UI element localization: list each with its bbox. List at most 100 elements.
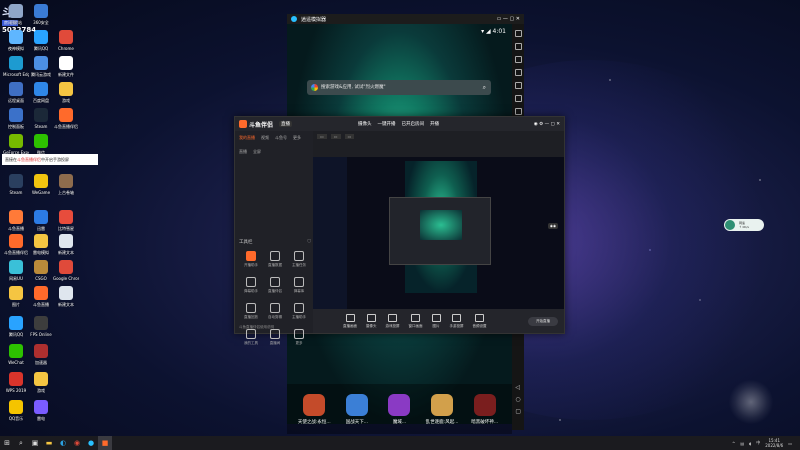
desktop-icon[interactable]: 新建文本	[53, 286, 79, 307]
header-link-onekey[interactable]: 一键开播	[378, 121, 396, 127]
desktop-icon[interactable]: 游戏	[28, 372, 54, 393]
desktop-icon[interactable]: Steam	[28, 108, 54, 129]
desktop-icon[interactable]: Steam	[3, 174, 29, 195]
network-widget[interactable]: 网速 ↑ 0K/s	[724, 219, 764, 231]
desktop-icon[interactable]: 新建文件	[53, 56, 79, 77]
desktop-icon[interactable]: QQ音乐	[3, 400, 29, 421]
desktop-icon[interactable]: 网易UU	[3, 260, 29, 281]
desktop-icon[interactable]: 加速器	[28, 344, 54, 365]
desktop-icon[interactable]: 腾讯QQ	[28, 30, 54, 51]
desktop-icon[interactable]: 腾讯QQ	[3, 316, 29, 337]
screenshot-icon[interactable]	[514, 43, 522, 50]
keyboard-icon[interactable]	[514, 30, 522, 37]
tool-button[interactable]: 弹幕助手	[239, 277, 263, 294]
location-icon[interactable]	[514, 69, 522, 76]
desktop-icon[interactable]: WeGame	[28, 174, 54, 195]
source-button[interactable]: 图片	[431, 313, 441, 329]
stream-app-window[interactable]: 斗鱼伴侣 直播 摄像头 一键开播 已开启房间 开播 ◉ ⚙ — ▢ ✕ 我的直播…	[234, 116, 565, 345]
source-button[interactable]: 游戏投屏	[386, 313, 400, 329]
speaker-icon[interactable]: ◖	[749, 441, 751, 446]
back-icon[interactable]: ◁	[515, 384, 521, 391]
tool-button[interactable]: 直播回放	[239, 303, 263, 320]
folder-icon[interactable]	[514, 108, 522, 115]
desktop-icon[interactable]: 迅雷	[28, 210, 54, 231]
dock-app[interactable]: 魔域...	[380, 394, 418, 434]
desktop-icon[interactable]: 控制面板	[3, 108, 29, 129]
chrome-icon[interactable]: ◉	[70, 436, 84, 450]
emulator-window-controls-icon[interactable]: ▭ — ▢ ✕	[497, 16, 520, 22]
desktop-icon[interactable]: 图片	[3, 286, 29, 307]
desktop-icon[interactable]: CSGO	[28, 260, 54, 281]
desktop-icon[interactable]: 夜神模拟	[3, 30, 29, 51]
sub-tab-live[interactable]: 直播	[239, 149, 247, 155]
desktop-icon[interactable]: WPS 2019	[3, 372, 29, 393]
tool-button[interactable]: 开播助手	[239, 251, 263, 268]
desktop-icon[interactable]: 斗鱼直播伴侣	[53, 108, 79, 129]
stream-app-taskbar-icon[interactable]: ■	[98, 436, 112, 450]
desktop-icon[interactable]: Chrome	[53, 30, 79, 51]
desktop-icon[interactable]: 回收站	[3, 4, 29, 25]
desktop-icon[interactable]: 雷电	[28, 400, 54, 421]
tools-settings-icon[interactable]: ◌	[307, 239, 311, 245]
file-explorer-icon[interactable]: ▬	[42, 436, 56, 450]
tool-button[interactable]: 主播任务	[287, 251, 311, 268]
tool-button[interactable]: 直播间	[263, 329, 287, 346]
scene-chip[interactable]: ▭	[344, 133, 355, 139]
desktop-icon[interactable]: 微信	[28, 134, 54, 155]
source-button[interactable]: 手游投屏	[450, 313, 464, 329]
home-icon[interactable]: ○	[515, 396, 521, 403]
desktop-icon[interactable]: FPS Online	[28, 316, 54, 337]
tab-account[interactable]: 斗鱼号	[275, 135, 287, 141]
recents-icon[interactable]: ▢	[515, 408, 521, 415]
clock[interactable]: 15:41 2022/8/6	[765, 438, 783, 448]
desktop-icon[interactable]: 腾讯云游戏	[28, 56, 54, 77]
desktop-icon[interactable]: 百度网盘	[28, 82, 54, 103]
tool-button[interactable]: 我的工具	[239, 329, 263, 346]
search-icon[interactable]: ⌕	[483, 84, 486, 91]
app-footer[interactable]: 斗鱼直播伴侣使用说明	[239, 325, 274, 330]
emulator-search-bar[interactable]: 搜索游戏&应用, 试试"烈火燃魔" ⌕	[307, 80, 491, 95]
desktop-icon[interactable]: 斗鱼直播	[28, 286, 54, 307]
tool-button[interactable]: 直播数据	[263, 251, 287, 268]
search-icon[interactable]: ⌕	[14, 436, 28, 450]
emulator-taskbar-icon[interactable]: ●	[84, 436, 98, 450]
desktop-icon[interactable]: 新建文本	[53, 234, 79, 255]
sub-tab-full[interactable]: 全屏	[253, 149, 261, 155]
desktop-icon[interactable]: 比特彗星	[53, 210, 79, 231]
tool-button[interactable]: 弹幕库	[287, 277, 311, 294]
header-link-live[interactable]: 开播	[430, 121, 439, 127]
desktop-icon[interactable]: 360安全	[28, 4, 54, 25]
header-link-room[interactable]: 已开启房间	[402, 121, 425, 127]
tool-button[interactable]: 自动剪辑	[263, 303, 287, 320]
task-view-icon[interactable]: ▣	[28, 436, 42, 450]
window-controls-icon[interactable]: ◉ ⚙ — ▢ ✕	[534, 122, 560, 127]
tab-video[interactable]: 视频	[261, 135, 269, 141]
source-button[interactable]: 直播画面	[343, 313, 357, 329]
scene-chip[interactable]: ▭	[330, 133, 341, 139]
app-titlebar[interactable]: 斗鱼伴侣 直播 摄像头 一键开播 已开启房间 开播 ◉ ⚙ — ▢ ✕	[235, 117, 564, 131]
desktop-icon[interactable]: GeForce Experience	[3, 134, 29, 155]
volume-icon[interactable]	[514, 56, 522, 63]
live-preview[interactable]: ◉◉	[313, 157, 564, 309]
tab-my-live[interactable]: 我的直播	[239, 135, 255, 141]
desktop-icon[interactable]: WeChat	[3, 344, 29, 365]
tab-more[interactable]: 更多	[293, 135, 301, 141]
dock-app[interactable]: 乱世逐鹿:风起...	[423, 394, 461, 434]
tool-button[interactable]: 直播伴侣	[263, 277, 287, 294]
go-live-button[interactable]: 开始直播	[528, 316, 558, 326]
desktop-icon[interactable]: Google Chrome	[53, 260, 79, 281]
desktop-icon[interactable]: 游戏	[53, 82, 79, 103]
shake-icon[interactable]	[514, 95, 522, 102]
source-button[interactable]: 摄像头	[366, 313, 377, 329]
dock-app[interactable]: 国战天下...	[338, 394, 376, 434]
dock-app[interactable]: 暗黑破坏神...	[466, 394, 504, 434]
scene-chip[interactable]: ▭	[317, 133, 327, 139]
dock-app[interactable]: 天使之战:永恒...	[295, 394, 333, 434]
edge-icon[interactable]: ◐	[56, 436, 70, 450]
header-link-camera[interactable]: 摄像头	[358, 121, 372, 127]
tool-button[interactable]: 更多	[287, 329, 311, 346]
desktop-icon[interactable]: 斗鱼直播	[3, 210, 29, 231]
desktop-icon[interactable]: 雷电模拟	[28, 234, 54, 255]
emulator-titlebar[interactable]: 逍遥模拟器 ▭ — ▢ ✕	[287, 14, 524, 24]
desktop-icon[interactable]: 上古卷轴	[53, 174, 79, 195]
